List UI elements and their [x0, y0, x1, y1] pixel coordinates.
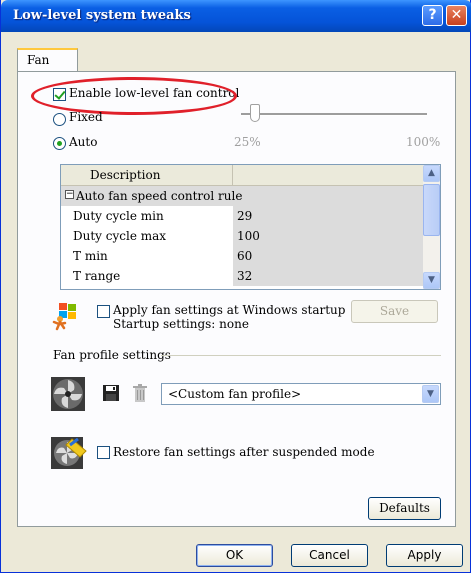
ok-button[interactable]: OK: [196, 544, 273, 567]
highlight-ellipse: [31, 77, 237, 115]
close-button[interactable]: ✕: [446, 5, 467, 26]
table-scrollbar[interactable]: ▲ ▼: [423, 165, 440, 289]
cancel-button[interactable]: Cancel: [291, 544, 368, 567]
restore-after-suspend-label[interactable]: Restore fan settings after suspended mod…: [113, 445, 375, 459]
table-group-row[interactable]: − Auto fan speed control rule: [61, 186, 423, 206]
table-group-label: Auto fan speed control rule: [76, 189, 243, 203]
auto-radio[interactable]: [53, 137, 66, 150]
row-value-bg: [233, 226, 423, 246]
row-name: Duty cycle max: [73, 229, 167, 243]
fixed-radio[interactable]: [53, 113, 66, 126]
row-name: Duty cycle min: [73, 209, 164, 223]
row-value[interactable]: 60: [237, 249, 252, 263]
header-divider: [232, 165, 233, 185]
fan-profile-dropdown[interactable]: <Custom fan profile> ▼: [161, 383, 441, 405]
save-button[interactable]: Save: [351, 300, 438, 323]
windows-startup-icon: [52, 303, 76, 331]
table-header: Description: [61, 165, 423, 186]
scroll-up-button[interactable]: ▲: [423, 165, 440, 182]
scroll-thumb[interactable]: [423, 184, 440, 236]
fan-profile-group-label: Fan profile settings: [53, 348, 171, 362]
slider-max-label: 100%: [406, 135, 441, 149]
fan-speed-slider-thumb[interactable]: [250, 104, 260, 122]
slider-min-label: 25%: [234, 135, 261, 149]
table-row[interactable]: Duty cycle min 29: [61, 206, 423, 226]
delete-profile-icon[interactable]: [132, 384, 148, 402]
suspend-restore-icon: [51, 437, 87, 469]
row-name: T range: [73, 269, 121, 283]
tab-fan[interactable]: Fan: [17, 48, 78, 72]
row-value[interactable]: 100: [237, 229, 260, 243]
dialog-window: Low-level system tweaks ? ✕ Fan Enable l…: [0, 0, 471, 573]
table-row[interactable]: T min 60: [61, 246, 423, 266]
fan-profile-selected: <Custom fan profile>: [168, 387, 302, 401]
fan-icon: [51, 377, 85, 411]
chevron-down-icon[interactable]: ▼: [422, 385, 439, 403]
fan-speed-slider-track[interactable]: [241, 113, 427, 116]
apply-at-startup-checkbox[interactable]: [97, 305, 110, 318]
help-button[interactable]: ?: [422, 5, 443, 26]
defaults-button[interactable]: Defaults: [368, 497, 441, 520]
startup-settings-text: Startup settings: none: [113, 317, 249, 331]
table-row[interactable]: T range 32: [61, 266, 423, 286]
row-name: T min: [73, 249, 108, 263]
tab-fan-label: Fan: [27, 53, 50, 67]
row-value[interactable]: 29: [237, 209, 252, 223]
collapse-toggle-icon[interactable]: −: [65, 190, 74, 199]
row-value-bg: [233, 266, 423, 286]
auto-label[interactable]: Auto: [69, 135, 97, 149]
save-profile-icon[interactable]: [103, 385, 119, 401]
row-value-bg: [233, 246, 423, 266]
table-row[interactable]: Duty cycle max 100: [61, 226, 423, 246]
title-bar[interactable]: Low-level system tweaks ? ✕: [1, 0, 471, 32]
window-title: Low-level system tweaks: [13, 8, 191, 23]
group-divider: [161, 355, 441, 356]
row-value-bg: [233, 206, 423, 226]
table-header-description: Description: [90, 168, 161, 182]
row-value[interactable]: 32: [237, 269, 252, 283]
restore-after-suspend-checkbox[interactable]: [97, 446, 110, 459]
scroll-down-button[interactable]: ▼: [423, 272, 440, 289]
fixed-label[interactable]: Fixed: [69, 110, 103, 124]
apply-button[interactable]: Apply: [386, 544, 463, 567]
apply-at-startup-label[interactable]: Apply fan settings at Windows startup: [113, 303, 345, 317]
fan-rule-table[interactable]: Description − Auto fan speed control rul…: [60, 164, 441, 290]
